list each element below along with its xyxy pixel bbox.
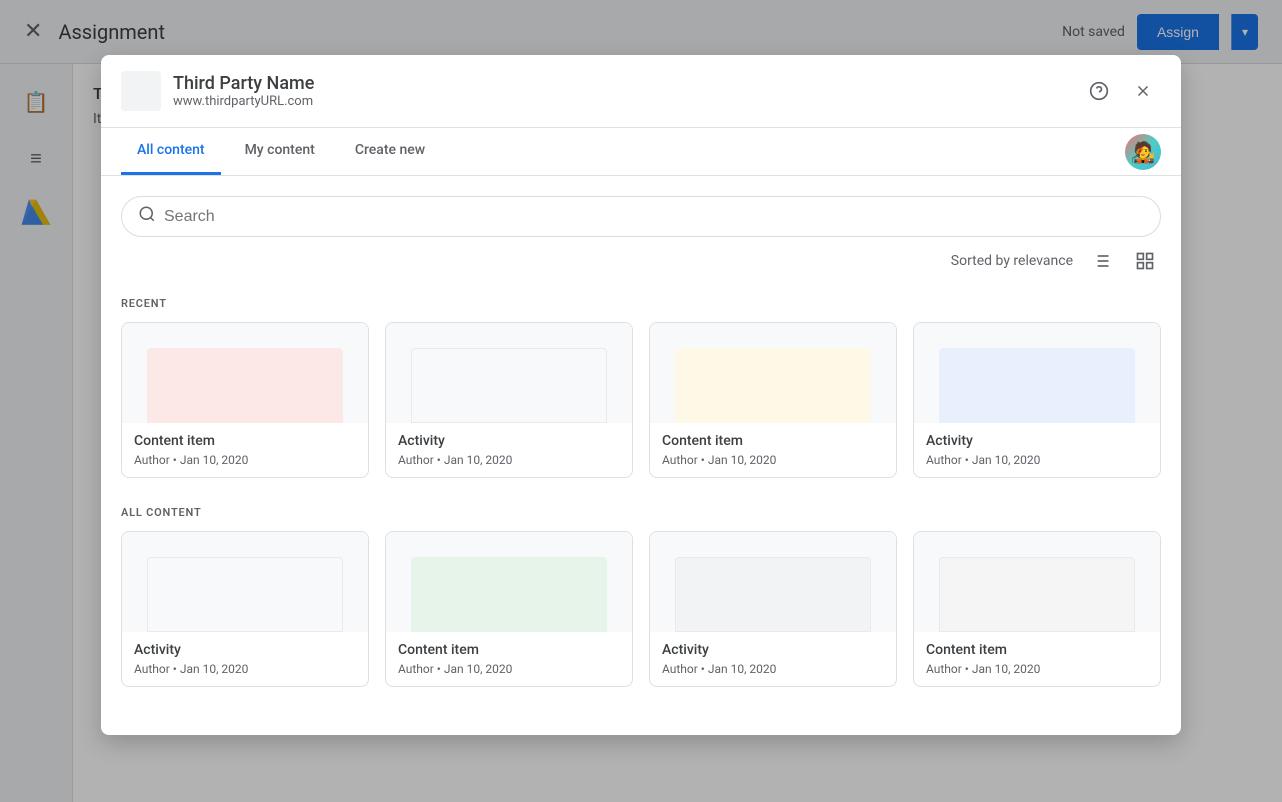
thumbnail-image	[675, 348, 872, 423]
card-meta: Author • Jan 10, 2020	[662, 662, 884, 676]
card-thumbnail	[914, 323, 1160, 423]
user-avatar[interactable]: 🧑‍🎤	[1125, 134, 1161, 170]
recent-content-grid: Content item Author • Jan 10, 2020 Activ…	[121, 322, 1161, 478]
card-title: Activity	[398, 433, 620, 449]
card-thumbnail	[650, 323, 896, 423]
modal-header: Third Party Name www.thirdpartyURL.com	[101, 55, 1181, 128]
thumbnail-image	[147, 557, 344, 632]
content-picker-modal: Third Party Name www.thirdpartyURL.com	[101, 55, 1181, 735]
recent-card-2[interactable]: Content item Author • Jan 10, 2020	[649, 322, 897, 478]
grid-view-button[interactable]	[1129, 245, 1161, 277]
card-title: Activity	[926, 433, 1148, 449]
card-meta: Author • Jan 10, 2020	[398, 662, 620, 676]
card-thumbnail	[386, 323, 632, 423]
recent-card-1[interactable]: Activity Author • Jan 10, 2020	[385, 322, 633, 478]
card-meta: Author • Jan 10, 2020	[134, 662, 356, 676]
modal-overlay: Third Party Name www.thirdpartyURL.com	[0, 0, 1282, 802]
card-meta: Author • Jan 10, 2020	[926, 662, 1148, 676]
card-info: Activity Author • Jan 10, 2020	[386, 423, 632, 477]
search-input[interactable]	[164, 208, 1144, 226]
card-title: Content item	[926, 642, 1148, 658]
all-content-section-label: ALL CONTENT	[121, 506, 1161, 519]
card-thumbnail	[914, 532, 1160, 632]
card-title: Content item	[662, 433, 884, 449]
modal-body: Sorted by relevance	[101, 176, 1181, 735]
card-meta: Author • Jan 10, 2020	[662, 453, 884, 467]
card-title: Content item	[134, 433, 356, 449]
card-info: Activity Author • Jan 10, 2020	[914, 423, 1160, 477]
card-info: Content item Author • Jan 10, 2020	[650, 423, 896, 477]
modal-url: www.thirdpartyURL.com	[173, 94, 1081, 109]
all-card-1[interactable]: Content item Author • Jan 10, 2020	[385, 531, 633, 687]
card-info: Activity Author • Jan 10, 2020	[650, 632, 896, 686]
modal-title-section: Third Party Name www.thirdpartyURL.com	[173, 73, 1081, 109]
all-card-3[interactable]: Content item Author • Jan 10, 2020	[913, 531, 1161, 687]
thumbnail-image	[147, 348, 344, 423]
all-card-2[interactable]: Activity Author • Jan 10, 2020	[649, 531, 897, 687]
all-content-grid: Activity Author • Jan 10, 2020 Content i…	[121, 531, 1161, 687]
card-info: Content item Author • Jan 10, 2020	[386, 632, 632, 686]
modal-header-actions	[1081, 73, 1161, 109]
card-info: Activity Author • Jan 10, 2020	[122, 632, 368, 686]
thumbnail-image	[939, 557, 1136, 632]
tab-all-content[interactable]: All content	[121, 128, 221, 175]
recent-card-0[interactable]: Content item Author • Jan 10, 2020	[121, 322, 369, 478]
card-meta: Author • Jan 10, 2020	[398, 453, 620, 467]
thumbnail-image	[411, 348, 608, 423]
filter-icon-button[interactable]	[1085, 245, 1117, 277]
thumbnail-image	[939, 348, 1136, 423]
all-card-0[interactable]: Activity Author • Jan 10, 2020	[121, 531, 369, 687]
card-meta: Author • Jan 10, 2020	[134, 453, 356, 467]
tab-create-new[interactable]: Create new	[339, 128, 441, 175]
card-thumbnail	[650, 532, 896, 632]
modal-close-button[interactable]	[1125, 73, 1161, 109]
card-thumbnail	[122, 532, 368, 632]
card-meta: Author • Jan 10, 2020	[926, 453, 1148, 467]
thumbnail-image	[675, 557, 872, 632]
search-bar	[121, 196, 1161, 237]
card-title: Activity	[134, 642, 356, 658]
card-title: Content item	[398, 642, 620, 658]
help-button[interactable]	[1081, 73, 1117, 109]
tab-my-content[interactable]: My content	[229, 128, 331, 175]
card-thumbnail	[386, 532, 632, 632]
thumbnail-image	[411, 557, 608, 632]
avatar-image: 🧑‍🎤	[1125, 134, 1161, 170]
modal-logo	[121, 71, 161, 111]
card-thumbnail	[122, 323, 368, 423]
card-title: Activity	[662, 642, 884, 658]
modal-tabs: All content My content Create new 🧑‍🎤	[101, 128, 1181, 176]
sort-label: Sorted by relevance	[951, 253, 1073, 269]
search-icon	[138, 205, 156, 228]
card-info: Content item Author • Jan 10, 2020	[122, 423, 368, 477]
modal-title: Third Party Name	[173, 73, 1081, 94]
recent-card-3[interactable]: Activity Author • Jan 10, 2020	[913, 322, 1161, 478]
card-info: Content item Author • Jan 10, 2020	[914, 632, 1160, 686]
sort-bar: Sorted by relevance	[121, 245, 1161, 277]
recent-section-label: RECENT	[121, 297, 1161, 310]
